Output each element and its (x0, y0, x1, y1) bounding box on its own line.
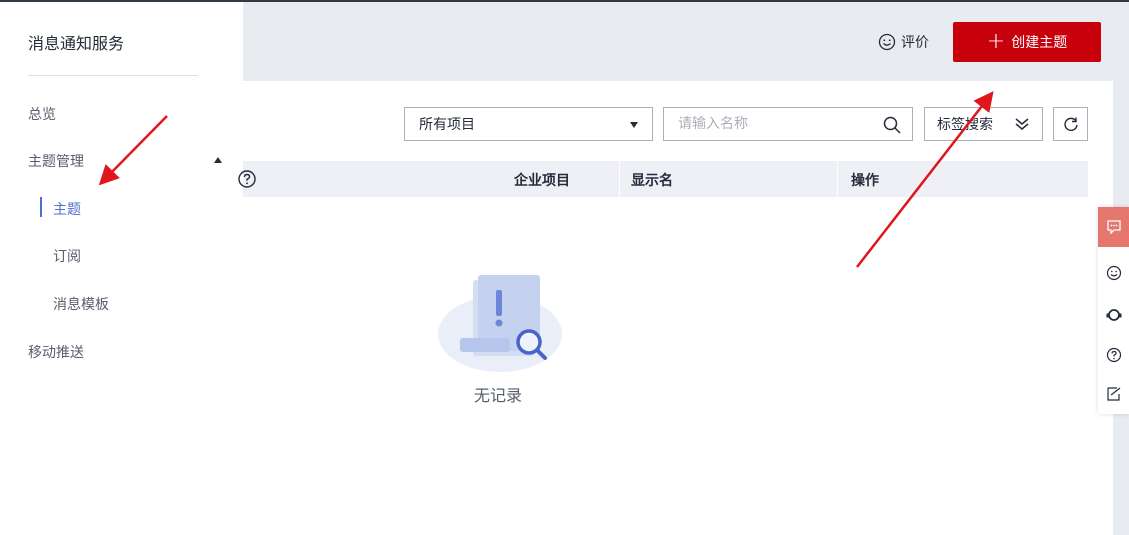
tag-search-label: 标签搜索 (937, 117, 993, 133)
active-indicator (40, 197, 42, 217)
column-header-display-name: 显示名 (631, 173, 673, 189)
sidebar-item-message-template[interactable]: 消息模板 (53, 294, 109, 314)
project-select-value: 所有项目 (419, 117, 475, 133)
table-header: 企业项目 显示名 操作 (243, 161, 1088, 197)
float-feedback-button[interactable] (1098, 253, 1129, 293)
column-separator (619, 161, 620, 197)
question-icon (1106, 347, 1121, 363)
caret-down-icon (630, 122, 638, 128)
sidebar-item-topic[interactable]: 主题 (53, 199, 81, 219)
float-support-button[interactable] (1098, 295, 1129, 335)
search-icon[interactable] (882, 115, 902, 135)
float-chat-button[interactable] (1098, 207, 1129, 247)
rate-button[interactable]: 评价 (878, 32, 929, 52)
sidebar-item-subscription[interactable]: 订阅 (53, 246, 81, 266)
project-select[interactable]: 所有项目 (404, 107, 653, 141)
column-header-actions: 操作 (851, 173, 879, 189)
content-card (243, 81, 1113, 535)
column-header-enterprise-project: 企业项目 (514, 173, 570, 189)
edit-form-icon (1106, 387, 1120, 401)
sidebar-divider (28, 75, 198, 76)
search-box[interactable] (663, 107, 913, 141)
plus-icon: + (986, 29, 1006, 54)
empty-records-illustration (438, 275, 562, 372)
sidebar-item-topic-management[interactable]: 主题管理 (28, 151, 84, 171)
search-input[interactable] (664, 108, 864, 140)
chat-icon (1106, 220, 1121, 235)
column-separator (837, 161, 838, 197)
sidebar-title: 消息通知服务 (28, 34, 125, 53)
caret-up-icon[interactable] (214, 157, 222, 163)
double-chevron-down-icon (1015, 118, 1029, 130)
refresh-icon (1063, 117, 1078, 131)
create-topic-label: 创建主题 (1011, 35, 1068, 51)
float-survey-button[interactable] (1098, 374, 1129, 414)
create-topic-button[interactable]: + 创建主题 (953, 22, 1101, 62)
help-icon[interactable] (237, 169, 257, 189)
floating-toolbar (1098, 207, 1129, 414)
smile-icon (878, 33, 896, 51)
rate-label: 评价 (901, 35, 929, 51)
empty-state-text: 无记录 (474, 386, 523, 405)
float-help-button[interactable] (1098, 335, 1129, 375)
sidebar-item-mobile-push[interactable]: 移动推送 (28, 342, 84, 362)
refresh-button[interactable] (1053, 107, 1088, 141)
tag-search-button[interactable]: 标签搜索 (924, 107, 1043, 141)
sidebar-item-overview[interactable]: 总览 (28, 104, 56, 124)
headset-icon (1106, 309, 1121, 321)
smile-icon (1106, 265, 1121, 281)
sidebar: 消息通知服务 总览 主题管理 主题 订阅 消息模板 移动推送 (0, 2, 243, 535)
